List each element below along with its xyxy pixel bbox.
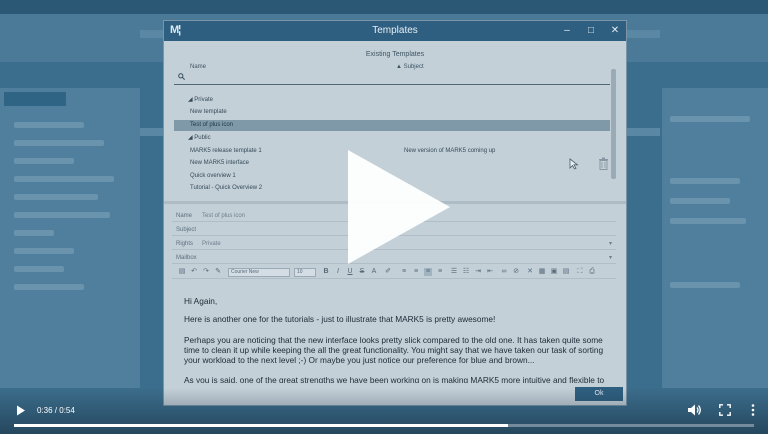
tree-row-name: ◢ Private	[188, 97, 213, 103]
bg-topbar	[0, 0, 768, 14]
fullscreen-icon[interactable]	[719, 404, 731, 416]
bg-right-row	[670, 116, 750, 122]
undo-icon[interactable]: ↶	[190, 268, 198, 276]
search-icon	[178, 73, 186, 82]
source-icon[interactable]: ▤	[562, 268, 570, 276]
numbered-list-icon[interactable]: ☷	[462, 268, 470, 276]
bg-left-row	[14, 158, 74, 164]
trash-icon[interactable]	[598, 157, 609, 170]
align-center-icon[interactable]: ≡	[412, 268, 420, 276]
justify-icon[interactable]: ≡	[436, 268, 444, 276]
outdent-icon[interactable]: ⇤	[486, 268, 494, 276]
more-options-icon[interactable]	[751, 404, 755, 416]
editor-line: Here is another one for the tutorials - …	[184, 314, 496, 324]
existing-templates-heading: Existing Templates	[365, 51, 425, 58]
table-icon[interactable]: ▦	[538, 268, 546, 276]
editor-line: Hi Again,	[184, 296, 218, 306]
strikethrough-icon[interactable]: S	[358, 268, 366, 276]
video-progress-fill	[14, 424, 508, 427]
format-painter-icon[interactable]: ✎	[214, 268, 222, 276]
play-overlay-icon[interactable]	[348, 150, 450, 264]
image-icon[interactable]: ▣	[550, 268, 558, 276]
dialog-titlebar[interactable]: M¦ Templates – □ ✕	[164, 21, 626, 41]
indent-icon[interactable]: ⇥	[474, 268, 482, 276]
bg-left-row	[14, 266, 64, 272]
fullscreen-icon[interactable]: ⛶	[576, 268, 584, 276]
close-button[interactable]: ✕	[604, 23, 626, 39]
search-input[interactable]	[174, 84, 610, 85]
rights-value: Private	[202, 241, 221, 247]
chevron-down-icon: ▾	[608, 241, 612, 247]
tree-scrollbar[interactable]	[611, 69, 616, 179]
rights-label: Rights	[176, 241, 194, 247]
clear-format-icon[interactable]: ✕	[526, 268, 534, 276]
italic-icon[interactable]: I	[334, 268, 342, 276]
bg-left-row	[14, 176, 114, 182]
video-time: 0:36 / 0:54	[37, 406, 75, 415]
tree-row-name: ◢ Public	[188, 135, 211, 141]
align-left-icon[interactable]: ≡	[400, 268, 408, 276]
bg-right-row	[670, 218, 746, 224]
minimize-button[interactable]: –	[556, 23, 578, 39]
bg-left-row	[14, 212, 110, 218]
maximize-button[interactable]: □	[580, 23, 602, 39]
name-label: Name	[176, 213, 193, 219]
redo-icon[interactable]: ↷	[202, 268, 210, 276]
bg-left-row	[14, 284, 84, 290]
bg-left-row	[14, 230, 54, 236]
tree-row-name: New MARK5 interface	[190, 160, 250, 166]
bullet-list-icon[interactable]: ☰	[450, 268, 458, 276]
name-value: Test of plus icon	[202, 213, 246, 219]
bg-left-row	[14, 122, 84, 128]
bg-left-pane-header	[4, 92, 66, 106]
tree-row-name: Tutorial - Quick Overview 2	[190, 185, 263, 191]
font-family-select[interactable]: Courier New	[228, 268, 290, 277]
editor-paragraph: As you is said, one of the great strengt…	[184, 375, 605, 383]
subject-label: Subject	[176, 227, 197, 233]
align-right-icon[interactable]: ≡	[424, 268, 432, 276]
tree-row-name: New template	[190, 109, 227, 115]
link-icon[interactable]: ∞	[500, 268, 508, 276]
video-progress-bar[interactable]	[14, 424, 754, 427]
underline-icon[interactable]: U	[346, 268, 354, 276]
column-header-subject[interactable]: ▲ Subject	[396, 64, 424, 70]
tree-group-private[interactable]: ◢ Private	[174, 95, 610, 106]
tree-group-public[interactable]: ◢ Public	[174, 133, 610, 144]
mailbox-label: Mailbox	[176, 255, 197, 261]
bg-right-pane	[662, 88, 768, 388]
tree-row-name: Quick overview 1	[190, 173, 236, 179]
font-color-icon[interactable]: A	[370, 268, 378, 276]
editor-toolbar: ▤ ↶ ↷ ✎ Courier New 10 B I U S A ✐ ≡ ≡ ≡…	[172, 267, 616, 279]
bg-right-row	[670, 282, 740, 288]
bg-right-row	[670, 178, 740, 184]
volume-icon[interactable]	[688, 404, 702, 416]
bg-left-row	[14, 248, 74, 254]
print-icon[interactable]: ⎙	[588, 268, 596, 276]
highlight-icon[interactable]: ✐	[384, 268, 392, 276]
paste-icon[interactable]: ▤	[178, 268, 186, 276]
cursor-icon	[569, 158, 579, 170]
tree-item-selected[interactable]: Test of plus icon	[174, 120, 610, 131]
chevron-down-icon: ▾	[608, 255, 612, 261]
play-icon[interactable]	[16, 405, 26, 416]
bold-icon[interactable]: B	[322, 268, 330, 276]
editor-paragraph: Perhaps you are noticing that the new in…	[184, 335, 604, 365]
tree-row-name: MARK5 release template 1	[190, 148, 262, 154]
tree-item[interactable]: New template	[174, 107, 610, 118]
video-controls	[0, 388, 768, 434]
font-size-select[interactable]: 10	[294, 268, 316, 277]
message-editor[interactable]: Hi Again, Here is another one for the tu…	[172, 283, 616, 383]
column-header-name[interactable]: Name	[190, 64, 206, 70]
bg-left-row	[14, 194, 98, 200]
bg-left-row	[14, 140, 104, 146]
unlink-icon[interactable]: ⊘	[512, 268, 520, 276]
bg-left-pane	[0, 88, 140, 388]
tree-row-name: Test of plus icon	[190, 122, 234, 128]
bg-right-row	[670, 198, 730, 204]
